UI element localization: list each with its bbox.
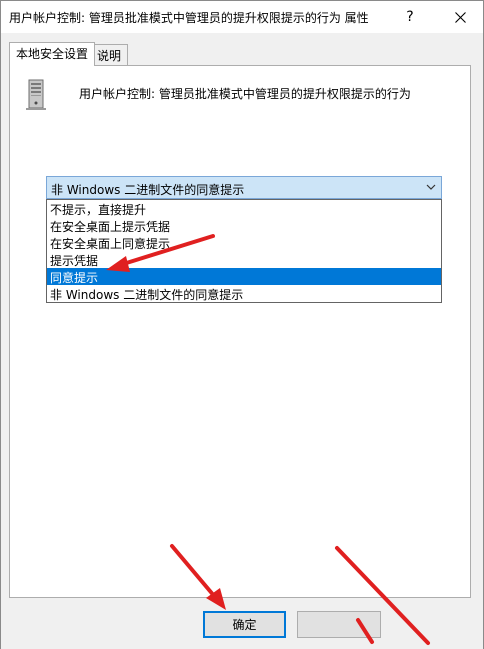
option-prompt-consent[interactable]: 同意提示 — [47, 268, 441, 285]
policy-title: 用户帐户控制: 管理员批准模式中管理员的提升权限提示的行为 — [79, 87, 411, 101]
tab-local-security-setting[interactable]: 本地安全设置 — [9, 42, 96, 66]
help-icon: ? — [406, 9, 414, 25]
close-button[interactable] — [437, 1, 483, 33]
ok-button-label: 确定 — [232, 618, 257, 632]
option-consent-secure-desktop[interactable]: 在安全桌面上同意提示 — [47, 234, 441, 251]
chevron-down-icon — [426, 184, 436, 190]
ok-button[interactable]: 确定 — [203, 611, 286, 638]
option-consent-non-windows-binaries[interactable]: 非 Windows 二进制文件的同意提示 — [47, 285, 441, 302]
window-title: 用户帐户控制: 管理员批准模式中管理员的提升权限提示的行为 属性 — [9, 11, 369, 25]
prompt-behavior-select[interactable]: 非 Windows 二进制文件的同意提示 — [46, 176, 442, 199]
tab-label: 本地安全设置 — [16, 47, 89, 61]
cancel-button[interactable] — [297, 611, 381, 638]
tab-label: 说明 — [97, 49, 122, 63]
properties-dialog: 用户帐户控制: 管理员批准模式中管理员的提升权限提示的行为 属性 ? 本地安全设… — [0, 0, 484, 649]
close-icon — [454, 11, 466, 23]
help-button[interactable]: ? — [387, 1, 433, 33]
dropdown-list: 不提示，直接提升 在安全桌面上提示凭据 在安全桌面上同意提示 提示凭据 同意提示… — [46, 199, 442, 303]
tab-panel — [9, 65, 471, 598]
tab-explain[interactable]: 说明 — [90, 44, 129, 65]
option-elevate-without-prompting[interactable]: 不提示，直接提升 — [47, 200, 441, 217]
option-prompt-credentials[interactable]: 提示凭据 — [47, 251, 441, 268]
option-credentials-secure-desktop[interactable]: 在安全桌面上提示凭据 — [47, 217, 441, 234]
server-icon — [26, 79, 46, 110]
title-bar: 用户帐户控制: 管理员批准模式中管理员的提升权限提示的行为 属性 ? — [1, 1, 483, 33]
select-value: 非 Windows 二进制文件的同意提示 — [51, 183, 245, 197]
